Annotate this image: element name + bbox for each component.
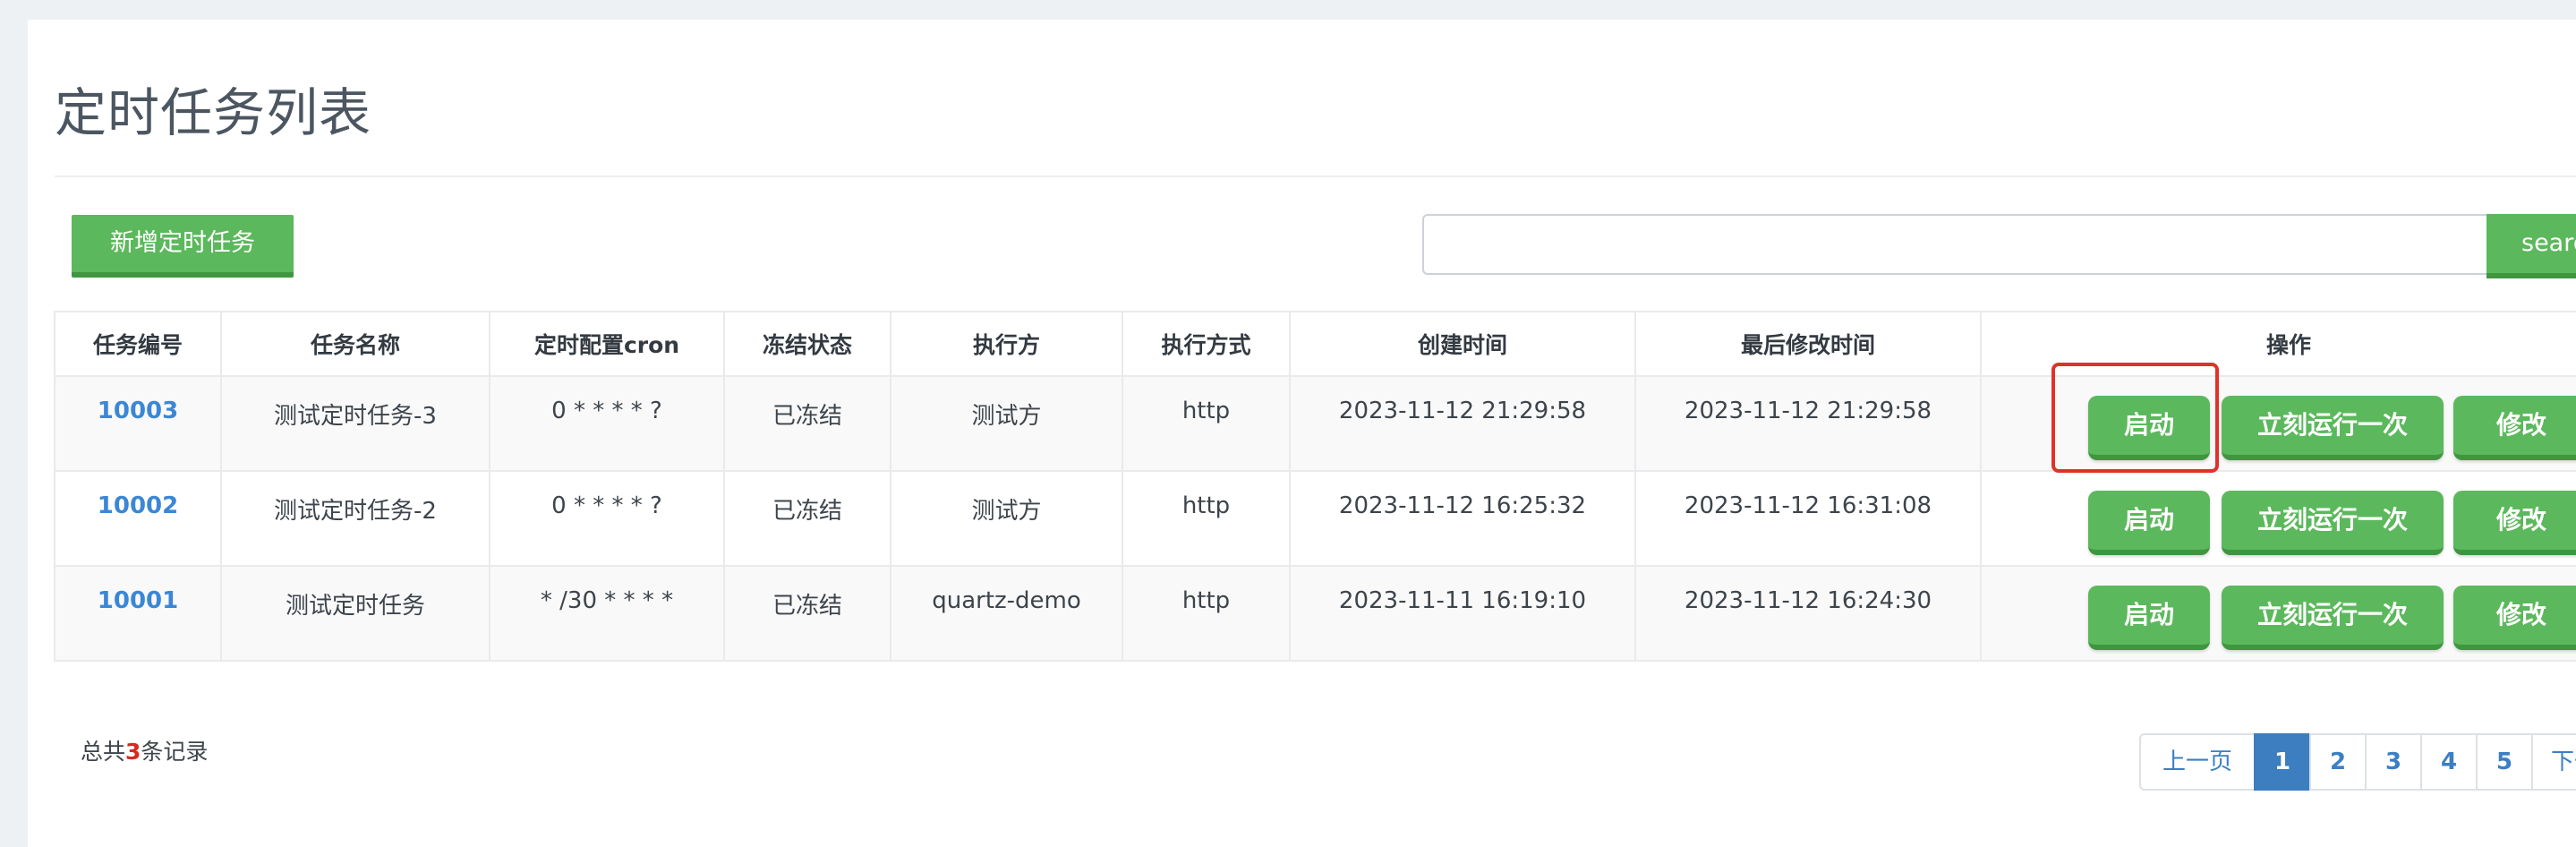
task-id-link[interactable]: 10003: [98, 398, 178, 424]
pagination-page-4[interactable]: 4: [2420, 733, 2478, 791]
pagination-page-5[interactable]: 5: [2476, 733, 2533, 791]
task-created-cell: 2023-11-11 16:19:10: [1289, 565, 1636, 662]
task-name-cell: 测试定时任务: [220, 565, 490, 662]
scheduled-tasks-table: 任务编号 任务名称 定时配置cron 冻结状态 执行方 执行方式 创建时间 最后…: [54, 311, 2576, 662]
task-id-cell: 10001: [54, 565, 222, 662]
task-id-cell: 10002: [54, 470, 222, 567]
task-name-cell: 测试定时任务-2: [220, 470, 490, 567]
task-cron-cell: 0 * * * * ?: [489, 470, 725, 567]
task-actions-cell: 启动 立刻运行一次 修改: [1980, 375, 2576, 472]
column-header-actions: 操作: [1980, 311, 2576, 377]
task-method-cell: http: [1122, 470, 1291, 567]
start-button[interactable]: 启动: [2088, 491, 2210, 555]
action-buttons: 启动 立刻运行一次 修改: [2088, 586, 2576, 650]
task-status-cell: 已冻结: [723, 565, 891, 662]
total-suffix: 条记录: [141, 739, 209, 765]
task-cron-cell: 0 * * * * ?: [489, 375, 725, 472]
task-executor-cell: 测试方: [890, 470, 1123, 567]
task-actions-cell: 启动 立刻运行一次 修改: [1980, 565, 2576, 662]
page-title: 定时任务列表: [55, 82, 372, 143]
total-count: 3: [125, 739, 141, 765]
column-header-executor: 执行方: [890, 311, 1123, 377]
task-id-link[interactable]: 10001: [98, 587, 178, 614]
column-header-modified: 最后修改时间: [1634, 311, 1982, 377]
task-executor-cell: quartz-demo: [890, 565, 1123, 662]
column-header-cron: 定时配置cron: [489, 311, 725, 377]
search-input[interactable]: [1422, 214, 2487, 275]
column-header-id: 任务编号: [54, 311, 222, 377]
pagination-page-3[interactable]: 3: [2365, 733, 2422, 791]
run-once-button[interactable]: 立刻运行一次: [2222, 586, 2444, 650]
title-divider: [55, 175, 2576, 177]
run-once-button[interactable]: 立刻运行一次: [2222, 396, 2444, 460]
column-header-method: 执行方式: [1122, 311, 1291, 377]
table-header-row: 任务编号 任务名称 定时配置cron 冻结状态 执行方 执行方式 创建时间 最后…: [54, 311, 2576, 377]
pagination-page-2[interactable]: 2: [2309, 733, 2367, 791]
task-created-cell: 2023-11-12 21:29:58: [1289, 375, 1636, 472]
table-row: 10001 测试定时任务 * /30 * * * * 已冻结 quartz-de…: [54, 565, 2576, 662]
task-method-cell: http: [1122, 375, 1291, 472]
edit-button[interactable]: 修改: [2453, 396, 2576, 460]
task-method-cell: http: [1122, 565, 1291, 662]
table-row: 10002 测试定时任务-2 0 * * * * ? 已冻结 测试方 http …: [54, 470, 2576, 567]
action-buttons: 启动 立刻运行一次 修改: [2088, 396, 2576, 460]
task-modified-cell: 2023-11-12 16:24:30: [1634, 565, 1982, 662]
task-modified-cell: 2023-11-12 21:29:58: [1634, 375, 1982, 472]
column-header-status: 冻结状态: [723, 311, 891, 377]
task-modified-cell: 2023-11-12 16:31:08: [1634, 470, 1982, 567]
task-cron-cell: * /30 * * * *: [489, 565, 725, 662]
pagination: 上一页 1 2 3 4 5 下一页: [2139, 733, 2576, 791]
column-header-created: 创建时间: [1289, 311, 1636, 377]
pagination-prev[interactable]: 上一页: [2139, 733, 2256, 791]
edit-button[interactable]: 修改: [2453, 491, 2576, 555]
start-button[interactable]: 启动: [2088, 396, 2210, 460]
task-status-cell: 已冻结: [723, 375, 891, 472]
task-actions-cell: 启动 立刻运行一次 修改: [1980, 470, 2576, 567]
add-scheduled-task-button[interactable]: 新增定时任务: [72, 215, 294, 278]
total-prefix: 总共: [81, 739, 126, 765]
total-records: 总共3条记录: [81, 734, 208, 766]
table-row: 10003 测试定时任务-3 0 * * * * ? 已冻结 测试方 http …: [54, 375, 2576, 472]
pagination-page-1[interactable]: 1: [2254, 733, 2311, 791]
task-status-cell: 已冻结: [723, 470, 891, 567]
task-id-cell: 10003: [54, 375, 222, 472]
task-created-cell: 2023-11-12 16:25:32: [1289, 470, 1636, 567]
action-buttons: 启动 立刻运行一次 修改: [2088, 491, 2576, 555]
task-id-link[interactable]: 10002: [98, 492, 178, 519]
edit-button[interactable]: 修改: [2453, 586, 2576, 650]
column-header-name: 任务名称: [220, 311, 490, 377]
pagination-next[interactable]: 下一页: [2531, 733, 2576, 791]
task-name-cell: 测试定时任务-3: [220, 375, 490, 472]
search-button[interactable]: search: [2486, 214, 2576, 278]
run-once-button[interactable]: 立刻运行一次: [2222, 491, 2444, 555]
task-executor-cell: 测试方: [890, 375, 1123, 472]
start-button[interactable]: 启动: [2088, 586, 2210, 650]
